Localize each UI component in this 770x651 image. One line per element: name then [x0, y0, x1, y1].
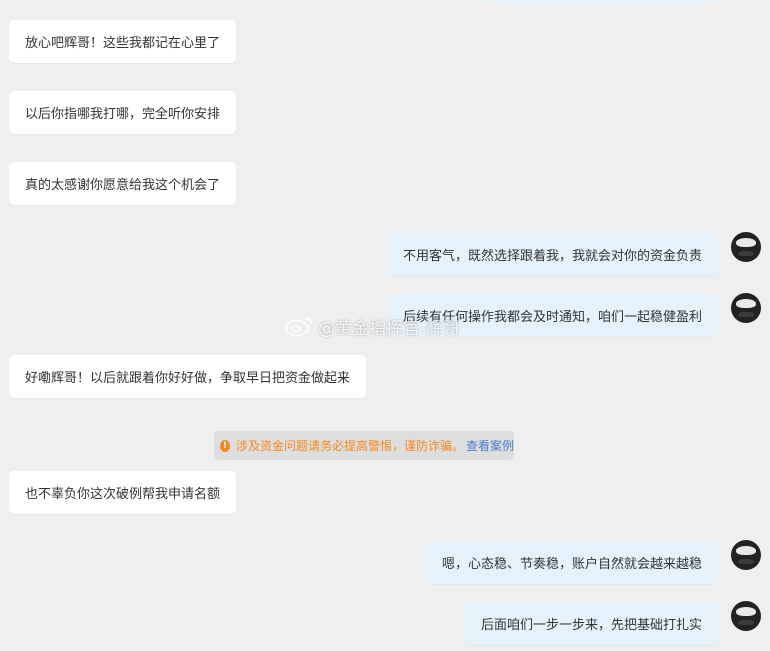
warning-icon: !: [220, 439, 230, 452]
message-text: 也不辜负你这次破例帮我申请名额: [25, 487, 221, 502]
message-text: 放心吧辉哥！这些我都记在心里了: [25, 36, 221, 51]
sender-avatar[interactable]: [731, 540, 761, 570]
fraud-warning-notice: ! 涉及资金问题请务必提高警惕，谨防诈骗。 查看案例: [214, 431, 514, 460]
message-text: 不用客气，既然选择跟着我，我就会对你的资金负责: [402, 249, 702, 264]
message-text: 以后你指哪我打哪，完全听你安排: [25, 107, 221, 122]
warning-text: 涉及资金问题请务必提高警惕，谨防诈骗。: [235, 439, 464, 453]
message-bubble-right[interactable]: 嗯，心态稳、节奏稳，账户自然就会越来越稳: [425, 541, 718, 584]
message-bubble-left[interactable]: 以后你指哪我打哪，完全听你安排: [9, 91, 237, 134]
message-bubble-right[interactable]: 后面咱们一步一步来，先把基础打扎实: [464, 602, 718, 645]
message-bubble-left[interactable]: 好嘞辉哥！以后就跟着你好好做，争取早日把资金做起来: [9, 355, 367, 398]
message-bubble-left[interactable]: 真的太感谢你愿意给我这个机会了: [9, 162, 237, 205]
message-bubble-left[interactable]: 放心吧辉哥！这些我都记在心里了: [9, 20, 237, 63]
view-cases-link[interactable]: 查看案例: [466, 437, 514, 454]
sender-avatar[interactable]: [731, 232, 761, 262]
message-text: 嗯，心态稳、节奏稳，账户自然就会越来越稳: [441, 557, 702, 572]
message-bubble-left[interactable]: 也不辜负你这次破例帮我申请名额: [9, 471, 237, 514]
message-text: 好嘞辉哥！以后就跟着你好好做，争取早日把资金做起来: [25, 371, 351, 386]
message-bubble-right[interactable]: 后续有任何操作我都会及时通知，咱们一起稳健盈利: [386, 294, 718, 337]
message-text: 后续有任何操作我都会及时通知，咱们一起稳健盈利: [402, 310, 702, 325]
message-text: 后面咱们一步一步来，先把基础打扎实: [480, 618, 702, 633]
sender-avatar[interactable]: [731, 601, 761, 631]
message-text: 真的太感谢你愿意给我这个机会了: [25, 178, 221, 193]
sender-avatar[interactable]: [731, 293, 761, 323]
previous-message-bubble-edge: [484, 0, 718, 2]
weibo-icon: [285, 317, 312, 337]
message-bubble-right[interactable]: 不用客气，既然选择跟着我，我就会对你的资金负责: [386, 233, 718, 276]
